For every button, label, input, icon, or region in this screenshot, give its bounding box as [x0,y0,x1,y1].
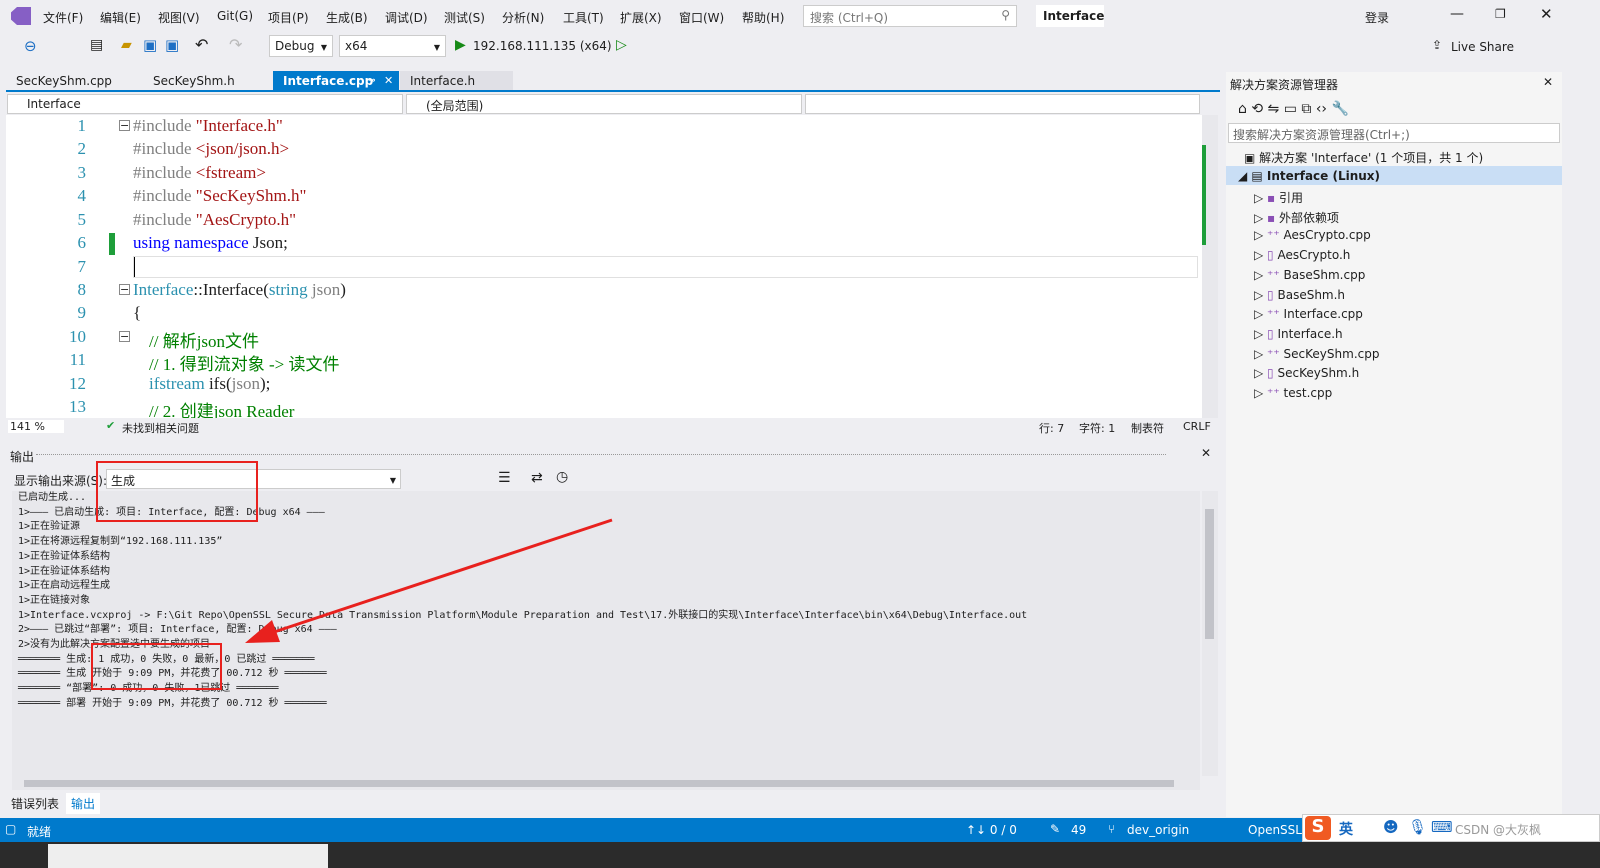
annotation-arrow [245,518,613,643]
